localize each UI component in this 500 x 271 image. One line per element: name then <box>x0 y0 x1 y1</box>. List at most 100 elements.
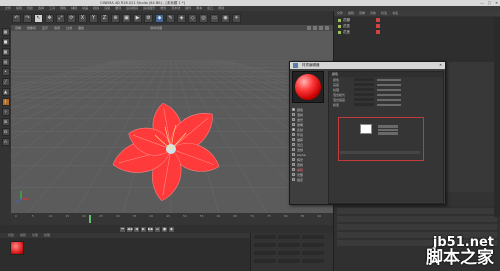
color-swatch[interactable] <box>360 124 372 134</box>
lock-workplane-icon[interactable]: ⊟ <box>1 128 10 136</box>
rotation-h-field[interactable] <box>302 235 324 239</box>
playhead[interactable] <box>89 215 91 223</box>
property-value-field[interactable] <box>354 98 374 101</box>
timeline-ruler[interactable]: 0 5 10 15 20 25 30 35 40 45 50 55 60 65 70 75 80 85 90 <box>11 213 333 225</box>
scale-icon[interactable]: ⤢ <box>56 13 65 23</box>
render-settings-icon[interactable]: ⚙ <box>144 13 153 23</box>
previous-key-icon[interactable]: ◀◀ <box>127 226 132 232</box>
go-to-start-icon[interactable]: ⏮ <box>120 226 125 232</box>
edges-mode-icon[interactable]: ╱ <box>1 78 10 86</box>
make-editable-icon[interactable]: ▦ <box>1 28 10 36</box>
attribute-row[interactable] <box>337 216 497 222</box>
camera-icon[interactable]: ◉ <box>221 13 230 23</box>
material-editor-close-button[interactable]: ✕ <box>439 62 442 69</box>
rotate-icon[interactable]: ⟳ <box>67 13 76 23</box>
play-icon[interactable]: ▶ <box>141 226 146 232</box>
channel-checkbox[interactable] <box>292 168 295 171</box>
channel-checkbox[interactable] <box>292 148 295 151</box>
deformer-icon[interactable]: ◎ <box>199 13 208 23</box>
material-thumbnail[interactable] <box>10 241 24 255</box>
material-tag-icon[interactable] <box>376 30 380 34</box>
property-slider[interactable] <box>377 83 401 86</box>
material-menu-item[interactable]: 创建 <box>8 233 14 238</box>
object-menu-item[interactable]: 查看 <box>359 11 365 16</box>
magnet-icon[interactable]: ∩ <box>1 138 10 146</box>
channel-checkbox[interactable] <box>292 138 295 141</box>
property-value-field[interactable] <box>354 88 374 91</box>
property-slider[interactable] <box>377 98 401 101</box>
keyframe-icon[interactable]: ◆ <box>169 226 174 232</box>
material-tag-icon[interactable] <box>376 18 380 22</box>
object-menu-item[interactable]: 标签 <box>381 11 387 16</box>
channel-checkbox[interactable] <box>292 108 295 111</box>
property-value-field[interactable] <box>354 78 374 81</box>
attribute-row[interactable] <box>337 208 497 214</box>
render-picture-viewer-icon[interactable]: ▶ <box>133 13 142 23</box>
channel-checkbox[interactable] <box>292 118 295 121</box>
property-slider[interactable] <box>377 103 401 106</box>
texture-mode-icon[interactable]: ▩ <box>1 48 10 56</box>
property-slider[interactable] <box>377 78 401 81</box>
channel-checkbox[interactable] <box>292 123 295 126</box>
property-slider[interactable] <box>377 88 401 91</box>
channel-item[interactable]: 指定 <box>292 177 326 182</box>
blue-slider[interactable] <box>378 132 398 135</box>
channel-checkbox[interactable] <box>292 178 295 181</box>
channel-checkbox[interactable] <box>292 173 295 176</box>
record-icon[interactable]: ● <box>162 226 167 232</box>
channel-checkbox[interactable] <box>292 158 295 161</box>
object-menu-item[interactable]: 编辑 <box>348 11 354 16</box>
channel-checkbox[interactable] <box>292 113 295 116</box>
floor-icon[interactable]: ▭ <box>210 13 219 23</box>
tweak-icon[interactable]: ✧ <box>1 108 10 116</box>
property-slider[interactable] <box>377 93 401 96</box>
object-row[interactable]: 花茎 <box>334 29 500 35</box>
red-slider[interactable] <box>378 125 398 128</box>
coord-system-icon[interactable]: ⊕ <box>111 13 120 23</box>
property-value-field[interactable] <box>354 103 374 106</box>
perspective-viewport[interactable]: 查看 摄像机 显示 选项 过滤 面板 透视视图 <box>11 25 333 213</box>
select-icon[interactable]: ↖ <box>34 13 43 23</box>
rotation-p-field[interactable] <box>302 243 324 247</box>
pen-icon[interactable]: ✎ <box>166 13 175 23</box>
material-menu-item[interactable]: 功能 <box>32 233 38 238</box>
channel-checkbox[interactable] <box>292 133 295 136</box>
scale-x-field[interactable] <box>278 235 300 239</box>
position-x-field[interactable] <box>254 235 276 239</box>
scale-z-field[interactable] <box>278 251 300 255</box>
pan-icon[interactable] <box>307 26 311 30</box>
property-value-field[interactable] <box>354 93 374 96</box>
property-value-field[interactable] <box>354 83 374 86</box>
redo-icon[interactable]: ↷ <box>23 13 32 23</box>
channel-checkbox[interactable] <box>292 153 295 156</box>
zoom-icon[interactable] <box>313 26 317 30</box>
material-menu-item[interactable]: 纹理 <box>44 233 50 238</box>
undo-icon[interactable]: ↶ <box>12 13 21 23</box>
x-axis-icon[interactable]: X <box>78 13 87 23</box>
layout-icon[interactable] <box>325 26 329 30</box>
step-forward-icon[interactable]: ▶▶ <box>148 226 153 232</box>
panel-side-tabs[interactable] <box>494 17 500 217</box>
render-view-icon[interactable]: ▣ <box>122 13 131 23</box>
workplane-icon[interactable]: ▤ <box>1 58 10 66</box>
material-menu-item[interactable]: 编辑 <box>20 233 26 238</box>
array-icon[interactable]: ◇ <box>188 13 197 23</box>
coord-mode-select[interactable] <box>254 259 276 263</box>
move-icon[interactable]: ✥ <box>45 13 54 23</box>
position-y-field[interactable] <box>254 243 276 247</box>
scale-y-field[interactable] <box>278 243 300 247</box>
channel-checkbox[interactable] <box>292 143 295 146</box>
subdivision-icon[interactable]: ◈ <box>177 13 186 23</box>
material-editor-titlebar[interactable]: 材质编辑器 ✕ <box>290 62 445 69</box>
y-axis-icon[interactable]: Y <box>89 13 98 23</box>
cube-icon[interactable]: ◆ <box>155 13 164 23</box>
size-mode-select[interactable] <box>278 259 300 263</box>
channel-checkbox[interactable] <box>292 163 295 166</box>
channel-checkbox[interactable] <box>292 128 295 131</box>
axis-icon[interactable]: ┼ <box>1 98 10 106</box>
apply-button[interactable] <box>302 259 324 263</box>
step-back-icon[interactable]: ◀ <box>134 226 139 232</box>
material-tag-icon[interactable] <box>376 24 380 28</box>
polygons-mode-icon[interactable]: ▲ <box>1 88 10 96</box>
object-menu-item[interactable]: 对象 <box>370 11 376 16</box>
